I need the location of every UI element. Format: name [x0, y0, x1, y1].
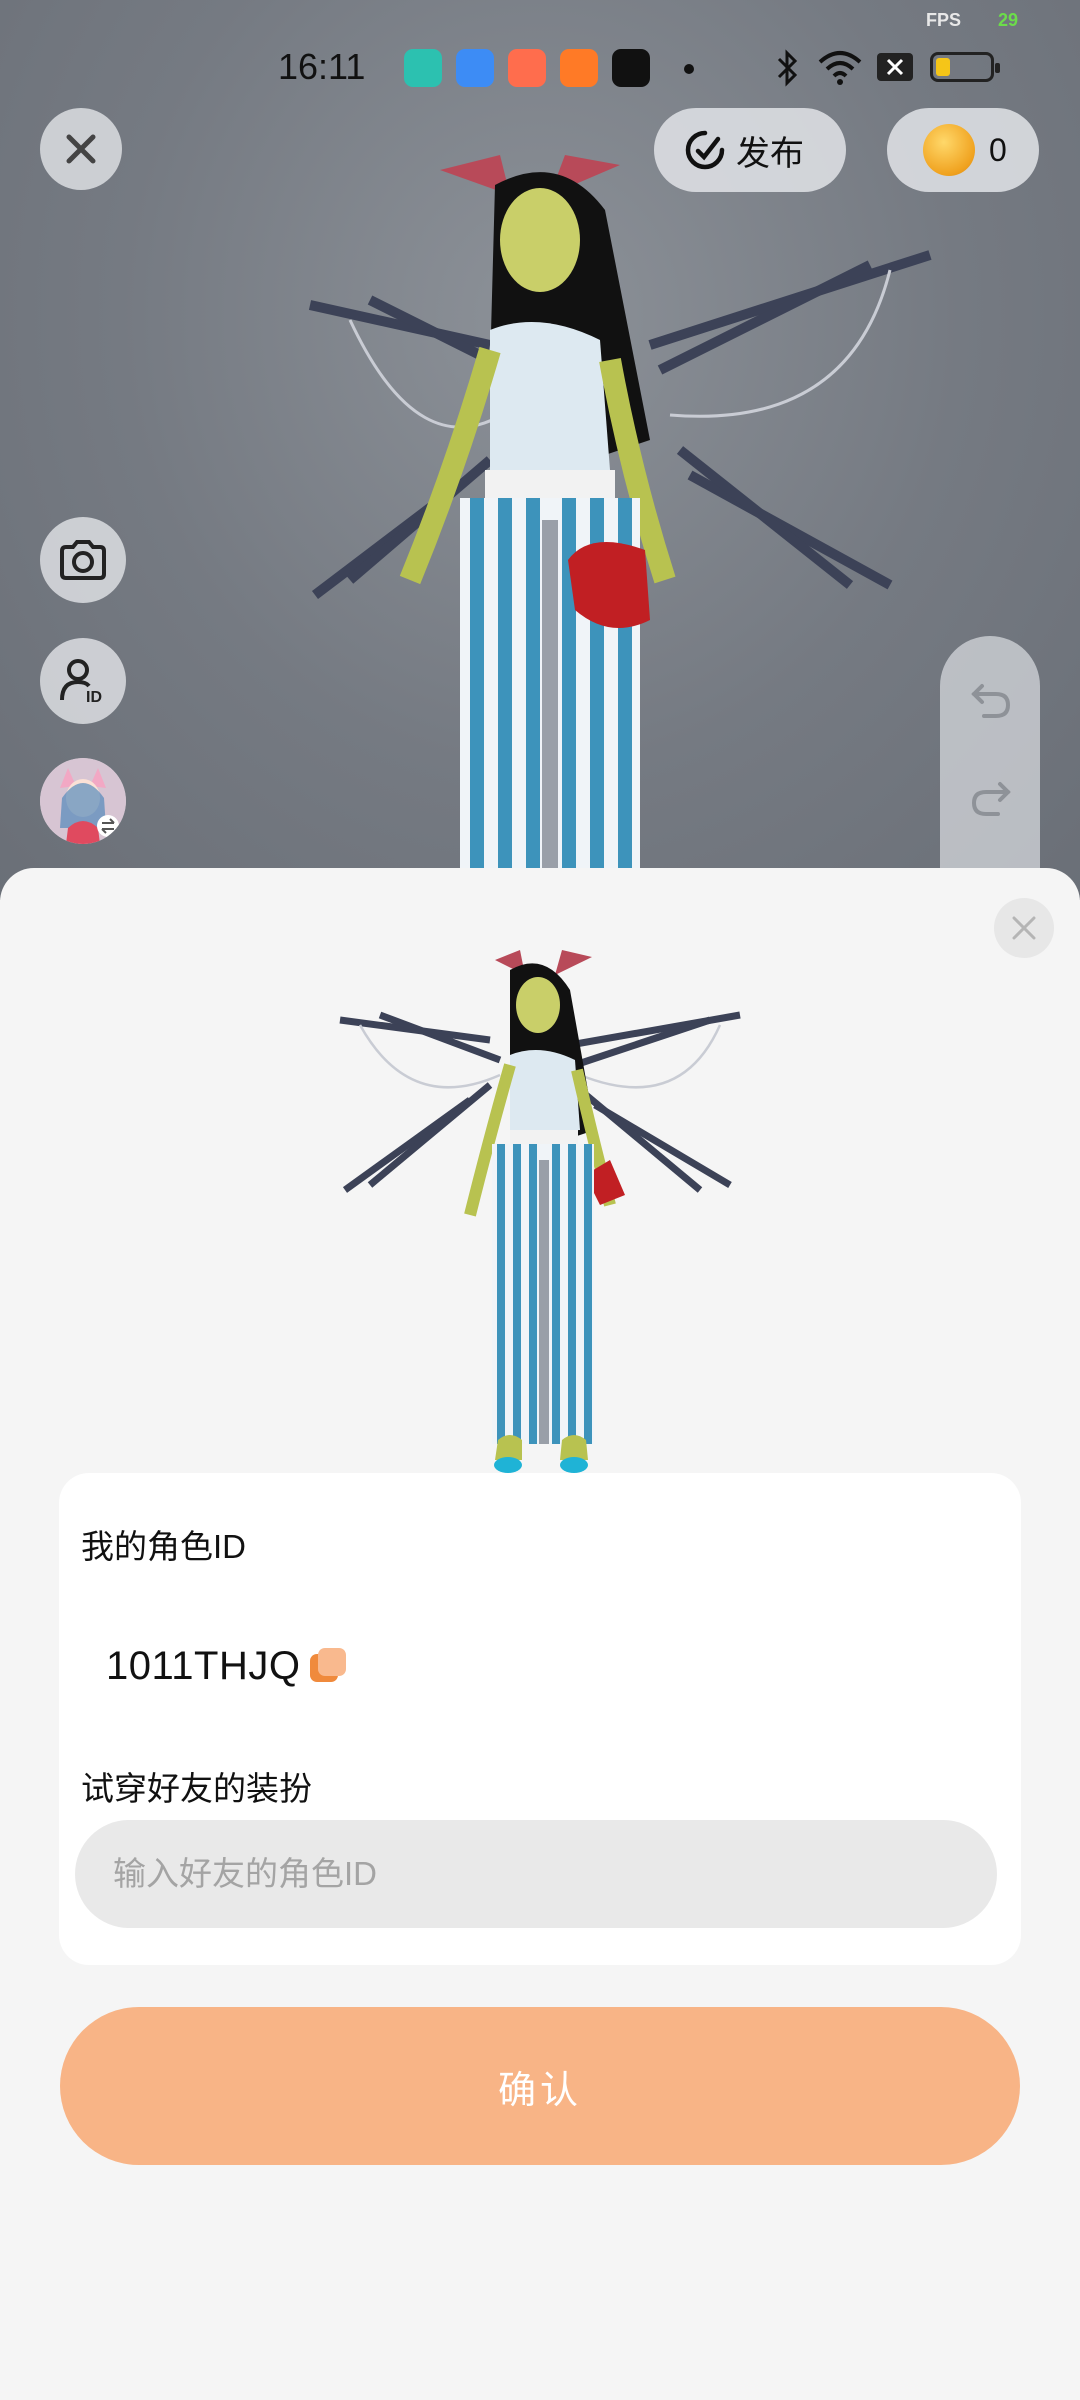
confirm-button[interactable]: 确认 — [60, 2007, 1020, 2165]
sim-off-icon — [877, 53, 913, 81]
app-notification-icon — [560, 49, 598, 87]
camera-icon — [60, 540, 106, 580]
coin-icon — [923, 124, 975, 176]
publish-button[interactable]: 发布 — [654, 108, 846, 192]
avatar-3d-model — [308, 155, 932, 900]
publish-icon — [685, 130, 725, 170]
status-bar: 16:11 — [0, 42, 1080, 94]
close-button[interactable] — [40, 108, 122, 190]
app-notification-icon — [456, 49, 494, 87]
switch-avatar-button[interactable] — [40, 758, 126, 844]
copy-icon[interactable] — [310, 1648, 346, 1684]
wifi-icon — [818, 51, 862, 85]
close-icon — [66, 134, 96, 164]
avatar-preview — [339, 950, 741, 1473]
more-notifications-dot — [684, 64, 694, 74]
close-icon — [1012, 916, 1036, 940]
fps-label: FPS — [926, 10, 962, 30]
app-notification-icon — [508, 49, 546, 87]
app-notification-icon — [612, 49, 650, 87]
friend-id-input[interactable] — [75, 1820, 997, 1928]
coin-balance[interactable]: 0 — [887, 108, 1039, 192]
battery-icon — [930, 52, 1000, 82]
redo-icon[interactable] — [970, 776, 1012, 818]
svg-text:ID: ID — [86, 689, 102, 706]
undo-redo-panel — [940, 636, 1040, 900]
status-time: 16:11 — [278, 46, 366, 87]
user-id-icon: ID — [60, 659, 102, 706]
app-notification-icon — [404, 49, 442, 87]
bluetooth-icon — [777, 49, 798, 87]
publish-label: 发布 — [736, 134, 804, 173]
coin-count: 0 — [989, 131, 1007, 168]
camera-button[interactable] — [40, 517, 126, 603]
avatar-scene[interactable]: FPS 29 16:11 发布 0 ID — [0, 0, 1080, 900]
sheet-close-button[interactable] — [994, 898, 1054, 958]
avatar-swap-icon — [40, 758, 126, 844]
undo-icon[interactable] — [970, 678, 1012, 720]
fps-value: 29 — [998, 10, 1019, 30]
avatar-id-button[interactable]: ID — [40, 638, 126, 724]
my-character-id-value: 1011THJQ — [106, 1644, 301, 1688]
my-character-id-label: 我的角色ID — [81, 1528, 246, 1565]
try-on-friend-label: 试穿好友的装扮 — [81, 1770, 312, 1807]
